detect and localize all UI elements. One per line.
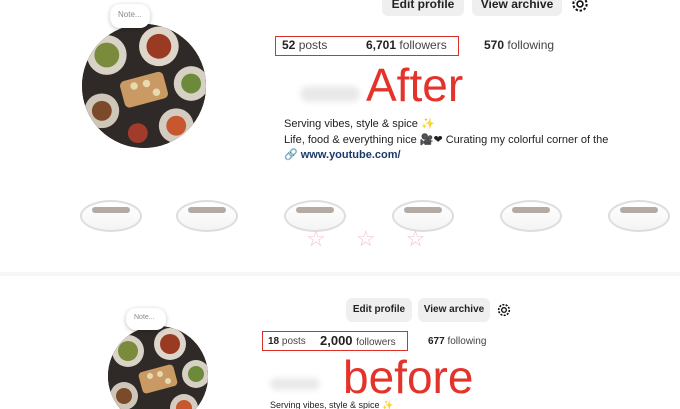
posts-stat[interactable]: 18 posts xyxy=(268,336,306,347)
decorative-stars: ☆ ☆ ☆ xyxy=(306,226,438,251)
food-platter-image xyxy=(108,326,208,409)
followers-count: 6,701 xyxy=(366,38,397,52)
blurred-username xyxy=(270,378,320,390)
followers-count: 2,000 xyxy=(320,333,353,348)
followers-label: followers xyxy=(399,38,447,52)
after-annotation-label: After xyxy=(366,59,464,111)
note-bubble[interactable]: Note... xyxy=(126,308,166,330)
posts-stat[interactable]: 52 posts xyxy=(282,38,327,52)
bio-line-1: Serving vibes, style & spice ✨ xyxy=(270,400,394,409)
before-annotation-label: before xyxy=(343,351,474,403)
profile-after-section: Note... Edit profile View archive 52 pos… xyxy=(0,0,680,272)
posts-count: 52 xyxy=(282,38,296,52)
gear-icon[interactable] xyxy=(570,0,590,14)
view-archive-button[interactable]: View archive xyxy=(418,298,490,322)
followers-stat[interactable]: 2,000 followers xyxy=(320,333,396,348)
story-highlights xyxy=(80,200,670,232)
bio-line-2: Life, food & everything nice 🎥❤ Curating… xyxy=(284,134,609,146)
profile-avatar[interactable] xyxy=(82,24,206,148)
following-count: 677 xyxy=(428,336,445,347)
highlight-item[interactable] xyxy=(608,200,670,232)
following-count: 570 xyxy=(484,38,505,52)
profile-avatar[interactable] xyxy=(108,326,208,409)
following-label: following xyxy=(447,336,487,347)
view-archive-button[interactable]: View archive xyxy=(472,0,562,16)
posts-count: 18 xyxy=(268,336,280,347)
blurred-username xyxy=(300,86,360,102)
followers-stat[interactable]: 6,701 followers xyxy=(366,38,447,52)
followers-label: followers xyxy=(356,337,396,348)
edit-profile-button[interactable]: Edit profile xyxy=(382,0,464,16)
posts-label: posts xyxy=(298,38,328,52)
food-platter-image xyxy=(82,24,206,148)
profile-before-section: Note... Edit profile View archive 18 pos… xyxy=(0,276,680,409)
note-bubble[interactable]: Note... xyxy=(110,4,150,28)
edit-profile-button[interactable]: Edit profile xyxy=(346,298,412,322)
following-label: following xyxy=(507,38,555,52)
highlight-item[interactable] xyxy=(80,200,142,232)
highlight-item[interactable] xyxy=(500,200,562,232)
bio-link[interactable]: 🔗 www.youtube.com/ xyxy=(284,148,401,161)
posts-label: posts xyxy=(281,336,306,347)
following-stat[interactable]: 677 following xyxy=(428,336,486,347)
bio-line-1: Serving vibes, style & spice ✨ xyxy=(284,118,435,130)
following-stat[interactable]: 570 following xyxy=(484,38,554,52)
highlight-item[interactable] xyxy=(176,200,238,232)
gear-icon[interactable] xyxy=(496,302,512,318)
